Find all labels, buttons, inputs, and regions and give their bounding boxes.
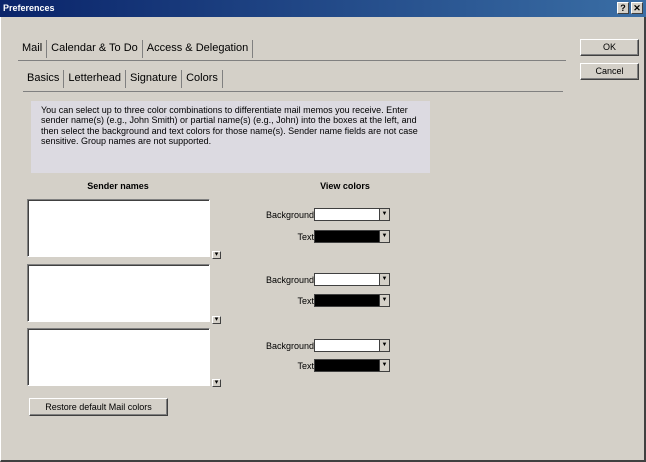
tab-basics[interactable]: Basics [23, 70, 65, 88]
background-label-2: Background [265, 275, 314, 285]
background-color-select-2[interactable]: ▼ [314, 273, 390, 286]
background-label-1: Background [265, 210, 314, 220]
tab-colors[interactable]: Colors [182, 70, 223, 88]
tab-mail[interactable]: Mail [18, 40, 48, 58]
dropdown-arrow-icon: ▼ [379, 231, 389, 242]
text-color-select-2[interactable]: ▼ [314, 294, 390, 307]
sub-tab-divider [23, 91, 563, 92]
text-color-select-3[interactable]: ▼ [314, 359, 390, 372]
background-color-select-3[interactable]: ▼ [314, 339, 390, 352]
cancel-button[interactable]: Cancel [580, 63, 639, 80]
close-icon[interactable]: ✕ [631, 2, 643, 14]
dropdown-arrow-icon: ▼ [379, 360, 389, 371]
dropdown-arrow-icon: ▼ [379, 209, 389, 220]
scroll-arrow-icon[interactable]: ▾ [212, 316, 221, 324]
tab-calendar-todo[interactable]: Calendar & To Do [47, 40, 143, 58]
sender-name-input-2[interactable] [27, 264, 210, 322]
sender-name-input-1[interactable] [27, 199, 210, 257]
main-tab-bar: Mail Calendar & To Do Access & Delegatio… [18, 40, 254, 58]
help-icon[interactable]: ? [617, 2, 629, 14]
dropdown-arrow-icon: ▼ [379, 274, 389, 285]
tab-access-delegation[interactable]: Access & Delegation [143, 40, 254, 58]
background-label-3: Background [265, 341, 314, 351]
text-label-2: Text [297, 296, 314, 306]
title-bar: Preferences ? ✕ [0, 0, 646, 17]
sender-name-input-3[interactable] [27, 328, 210, 386]
main-tab-divider [18, 60, 566, 61]
window-title: Preferences [3, 3, 55, 13]
text-label-1: Text [297, 232, 314, 242]
sub-tab-bar: Basics Letterhead Signature Colors [23, 70, 223, 88]
tab-signature[interactable]: Signature [126, 70, 183, 88]
ok-button[interactable]: OK [580, 39, 639, 56]
restore-default-colors-button[interactable]: Restore default Mail colors [29, 398, 168, 416]
background-color-select-1[interactable]: ▼ [314, 208, 390, 221]
dropdown-arrow-icon: ▼ [379, 340, 389, 351]
scroll-arrow-icon[interactable]: ▾ [212, 251, 221, 259]
sender-names-heading: Sender names [87, 181, 149, 191]
text-label-3: Text [297, 361, 314, 371]
view-colors-heading: View colors [320, 181, 370, 191]
scroll-arrow-icon[interactable]: ▾ [212, 379, 221, 387]
dropdown-arrow-icon: ▼ [379, 295, 389, 306]
text-color-select-1[interactable]: ▼ [314, 230, 390, 243]
tab-letterhead[interactable]: Letterhead [64, 70, 127, 88]
info-text: You can select up to three color combina… [31, 101, 430, 173]
